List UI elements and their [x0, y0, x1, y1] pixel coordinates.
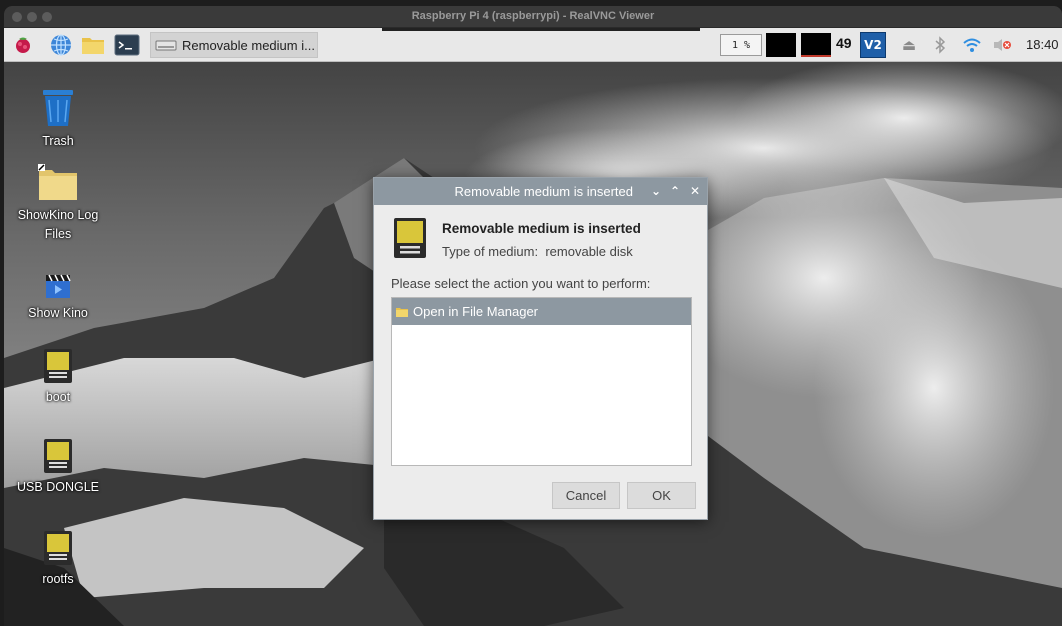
bluetooth-icon[interactable] — [930, 35, 950, 55]
close-icon[interactable]: ✕ — [686, 182, 704, 200]
desktop-icon-showkino-log-files[interactable]: ShowKino Log Files — [8, 164, 108, 244]
action-item-open-in-file-manager[interactable]: Open in File Manager — [392, 298, 691, 325]
pi-desktop: Removable medium i... 1 % 49 V2 ⏏ 18:40 … — [4, 28, 1062, 626]
dialog-titlebar[interactable]: Removable medium is inserted ⌄ ⌃ ✕ — [374, 178, 707, 205]
cpu-temperature[interactable]: 49 — [836, 35, 852, 51]
cpu-usage-monitor[interactable]: 1 % — [720, 34, 762, 56]
desktop-icon-show-kino[interactable]: Show Kino — [8, 272, 108, 323]
folder-icon — [396, 307, 408, 317]
cpu-graph-monitor[interactable] — [766, 33, 796, 57]
taskbar: Removable medium i... 1 % 49 V2 ⏏ 18:40 — [4, 28, 1062, 62]
desktop-icon-label: rootfs — [42, 572, 74, 586]
vnc-titlebar[interactable]: Raspberry Pi 4 (raspberrypi) - RealVNC V… — [4, 6, 1062, 28]
action-list[interactable]: Open in File Manager — [391, 297, 692, 466]
minimize-icon[interactable]: ⌄ — [647, 182, 665, 200]
taskbar-task-removable-medium[interactable]: Removable medium i... — [150, 32, 318, 58]
desktop-icon-boot[interactable]: boot — [8, 348, 108, 407]
desktop-icon-label: Show Kino — [28, 306, 88, 320]
desktop-icon-label: ShowKino Log Files — [17, 208, 99, 241]
clock[interactable]: 18:40 — [1026, 37, 1059, 52]
desktop-icon-trash[interactable]: Trash — [8, 88, 108, 151]
wifi-icon[interactable] — [962, 35, 982, 55]
desktop-icon-usb-dongle[interactable]: USB DONGLE — [8, 438, 108, 497]
sd-card-icon — [44, 439, 72, 473]
drive-icon — [155, 40, 177, 51]
raspberry-menu-icon[interactable] — [10, 33, 36, 57]
desktop-icon-label: boot — [45, 390, 71, 404]
ok-button[interactable]: OK — [627, 482, 696, 509]
vnc-server-icon[interactable]: V2 — [860, 32, 886, 58]
memory-graph-monitor[interactable] — [801, 33, 831, 57]
vnc-viewer-window: Raspberry Pi 4 (raspberrypi) - RealVNC V… — [4, 6, 1062, 626]
terminal-icon[interactable] — [114, 33, 140, 57]
medium-type-value: removable disk — [545, 244, 633, 259]
removable-medium-dialog: Removable medium is inserted ⌄ ⌃ ✕ Remov… — [373, 177, 708, 520]
file-manager-icon[interactable] — [80, 33, 106, 57]
medium-type-label: Type of medium: — [442, 244, 539, 259]
desktop-icon-rootfs[interactable]: rootfs — [8, 530, 108, 589]
medium-type-line: Type of medium: removable disk — [442, 244, 633, 259]
eject-icon[interactable]: ⏏ — [899, 35, 919, 55]
desktop-icon-label: USB DONGLE — [17, 480, 99, 494]
video-clapper-icon — [46, 274, 71, 298]
task-item-label: Removable medium i... — [182, 37, 315, 53]
sd-card-icon — [44, 349, 72, 383]
desktop-icon-label: Trash — [42, 134, 74, 148]
sd-card-icon — [392, 217, 428, 263]
web-browser-icon[interactable] — [48, 33, 74, 57]
vnc-toolbar-handle[interactable] — [382, 28, 700, 31]
cancel-button[interactable]: Cancel — [552, 482, 620, 509]
sd-card-icon — [44, 531, 72, 565]
action-item-label: Open in File Manager — [413, 304, 539, 319]
volume-muted-icon[interactable] — [992, 35, 1012, 55]
trash-icon — [43, 90, 73, 126]
action-prompt: Please select the action you want to per… — [391, 276, 651, 291]
dialog-title: Removable medium is inserted — [454, 184, 633, 199]
vnc-window-title: Raspberry Pi 4 (raspberrypi) - RealVNC V… — [411, 10, 655, 22]
maximize-icon[interactable]: ⌃ — [666, 182, 684, 200]
folder-icon — [38, 164, 77, 200]
dialog-heading: Removable medium is inserted — [442, 221, 641, 236]
